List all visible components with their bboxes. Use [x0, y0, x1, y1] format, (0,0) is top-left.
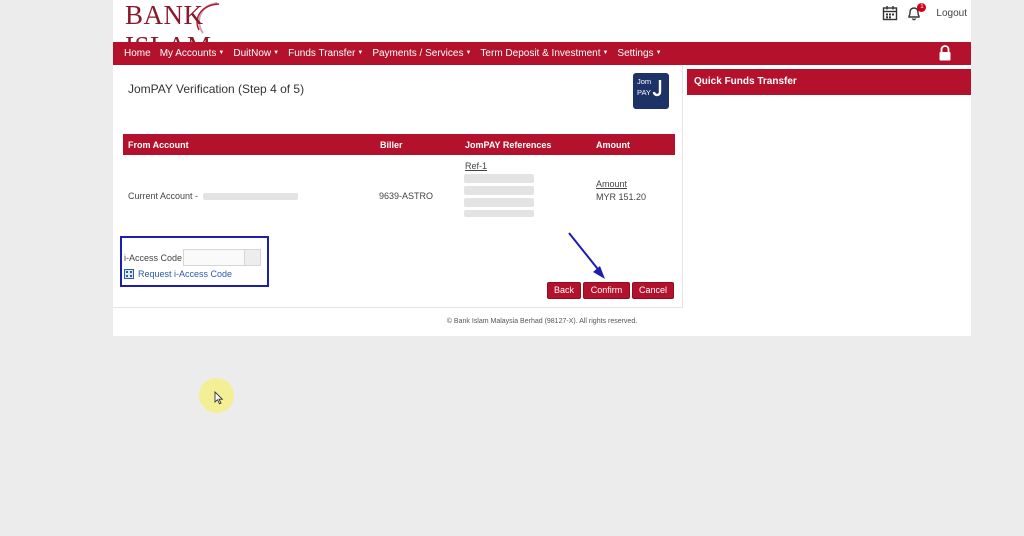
nav-my-accounts[interactable]: My Accounts ▼: [160, 48, 225, 59]
cancel-button[interactable]: Cancel: [632, 282, 674, 299]
col-references: JomPAY References: [465, 140, 552, 150]
reference-redacted: [464, 174, 534, 183]
request-access-code-label: Request i-Access Code: [138, 269, 233, 279]
footer-copyright: © Bank Islam Malaysia Berhad (98127-X). …: [446, 318, 638, 325]
table-header-row: From Account Biller JomPAY References Am…: [123, 134, 675, 155]
caret-down-icon: ▼: [602, 50, 609, 57]
col-amount: Amount: [596, 140, 630, 150]
reference-redacted: [464, 210, 534, 217]
jompay-logo-bottom-row: PAY: [637, 80, 669, 99]
nav-settings[interactable]: Settings ▼: [617, 48, 661, 59]
caret-down-icon: ▼: [357, 50, 364, 57]
jompay-logo: Jom PAY: [633, 73, 669, 109]
header: BANK ISLAM 1 Logout: [113, 0, 971, 61]
ref-label: Ref-1: [465, 161, 488, 171]
header-actions: 1 Logout: [882, 3, 967, 21]
caret-down-icon: ▼: [273, 50, 280, 57]
caret-down-icon: ▼: [655, 50, 662, 57]
request-access-code-link[interactable]: Request i-Access Code: [124, 269, 232, 279]
jompay-logo-bottom: PAY: [637, 88, 651, 97]
calendar-icon[interactable]: [882, 5, 898, 21]
back-button[interactable]: Back: [547, 282, 581, 299]
reference-redacted: [464, 198, 534, 207]
from-account-value: Current Account -: [128, 191, 199, 201]
nav-settings-label: Settings: [617, 48, 654, 59]
nav-duitnow-label: DuitNow: [233, 48, 272, 59]
bank-logo[interactable]: BANK ISLAM: [125, 0, 290, 61]
bell-icon[interactable]: 1: [906, 3, 927, 21]
nav-funds-transfer-label: Funds Transfer: [288, 48, 356, 59]
biller-value: 9639-ASTRO: [379, 191, 434, 201]
nav-duitnow[interactable]: DuitNow ▼: [233, 48, 279, 59]
confirm-button[interactable]: Confirm: [583, 282, 630, 299]
nav-payments-services[interactable]: Payments / Services ▼: [372, 48, 471, 59]
access-code-input-addon[interactable]: [244, 249, 261, 266]
reference-redacted: [464, 186, 534, 195]
jompay-j-icon: [652, 80, 662, 97]
nav-funds-transfer[interactable]: Funds Transfer ▼: [288, 48, 363, 59]
mouse-cursor-icon: [214, 391, 224, 405]
quick-funds-transfer-header: Quick Funds Transfer: [687, 69, 971, 95]
notification-badge: 1: [917, 3, 927, 12]
nav-home[interactable]: Home: [124, 48, 151, 59]
lock-icon[interactable]: [938, 45, 952, 66]
caret-down-icon: ▼: [218, 50, 225, 57]
access-code-label: i-Access Code: [124, 253, 183, 263]
verification-panel: JomPAY Verification (Step 4 of 5) Jom PA…: [113, 66, 683, 308]
main-navbar: Home My Accounts ▼ DuitNow ▼ Funds Transfe…: [113, 42, 971, 65]
page-container: BANK ISLAM 1 Logout Home My Accounts▼ Du…: [113, 0, 971, 336]
access-code-section: i-Access Code Request i-Access Code: [120, 236, 269, 287]
caret-down-icon: ▼: [465, 50, 472, 57]
request-code-icon: [124, 269, 134, 279]
page-title: JomPAY Verification (Step 4 of 5): [128, 82, 305, 96]
amount-label: Amount: [596, 179, 628, 189]
col-biller: Biller: [380, 140, 403, 150]
logout-link[interactable]: Logout: [936, 8, 967, 19]
nav-term-deposit-label: Term Deposit & Investment: [480, 48, 601, 59]
amount-value: MYR 151.20: [596, 192, 647, 202]
account-number-redacted: [203, 193, 298, 200]
nav-home-label: Home: [124, 48, 151, 59]
nav-my-accounts-label: My Accounts: [159, 48, 217, 59]
nav-payments-services-label: Payments / Services: [372, 48, 464, 59]
col-from-account: From Account: [128, 140, 189, 150]
nav-term-deposit[interactable]: Term Deposit & Investment ▼: [480, 48, 608, 59]
